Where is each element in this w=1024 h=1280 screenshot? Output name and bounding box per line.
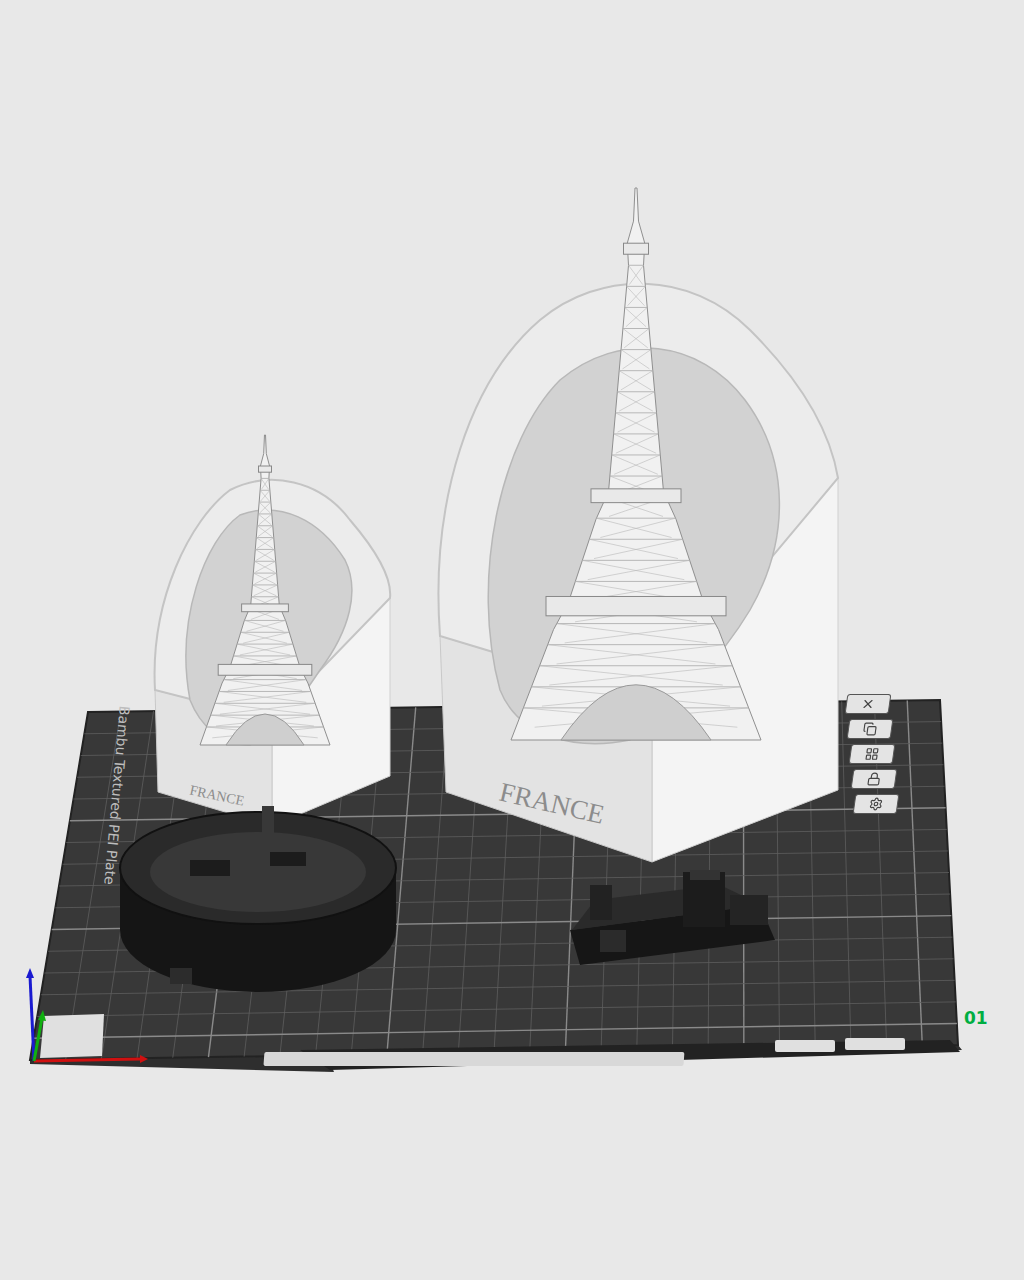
plate-strip — [263, 1052, 684, 1066]
ring-part[interactable] — [120, 806, 396, 992]
viewport-3d[interactable]: Bambu Textured PEI PlateFRANCEFRANCE01 — [0, 0, 1024, 1280]
copy-icon — [862, 722, 878, 736]
mechanism-part[interactable] — [570, 870, 775, 965]
plate-corner-mark — [40, 1014, 104, 1058]
axis-gizmo — [26, 968, 148, 1063]
plate-tool-button[interactable] — [851, 769, 898, 789]
settings-icon — [868, 797, 884, 811]
plate-number: 01 — [964, 1008, 988, 1028]
model-engraving: FRANCE — [188, 783, 245, 809]
plate-toolbar — [846, 694, 898, 814]
eiffel-model[interactable]: FRANCE — [155, 435, 391, 826]
close-icon — [860, 697, 876, 711]
plate-tool-button[interactable] — [845, 694, 892, 714]
scene-canvas[interactable]: Bambu Textured PEI PlateFRANCEFRANCE01 — [0, 0, 1024, 1280]
plate-tool-button[interactable] — [853, 794, 900, 814]
eiffel-model[interactable]: FRANCE — [438, 188, 838, 862]
plate-tool-button[interactable] — [847, 719, 894, 739]
eiffel-tower — [511, 188, 761, 740]
lock-icon — [866, 772, 882, 786]
model-engraving: FRANCE — [497, 777, 608, 830]
plate-tool-button[interactable] — [849, 744, 896, 764]
arrange-icon — [864, 747, 880, 761]
eiffel-tower — [200, 435, 330, 745]
